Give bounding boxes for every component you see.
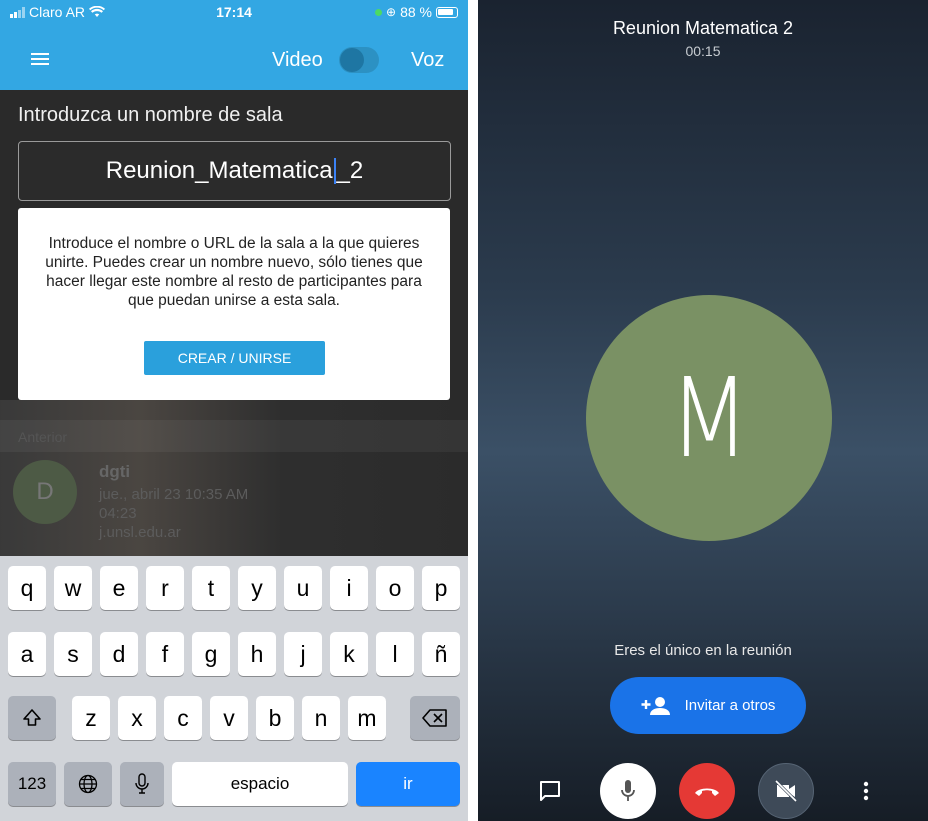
app-bar: Video Voz (0, 24, 468, 90)
key[interactable]: t (192, 566, 230, 610)
voice-mode-label: Voz (411, 49, 445, 71)
room-input-text: Reunion_Matematica (105, 157, 333, 184)
room-name-input[interactable]: Reunion_Matematica _2 (18, 141, 451, 201)
camera-off-icon (774, 780, 798, 802)
globe-key[interactable] (64, 762, 112, 806)
orientation-lock-icon: ⊕ (386, 5, 397, 19)
status-bar: Claro AR 17:14 ⊕ 88 % (0, 0, 468, 24)
key[interactable]: e (100, 566, 138, 610)
key[interactable]: l (376, 632, 414, 676)
space-key[interactable]: espacio (172, 762, 348, 806)
recent-avatar[interactable]: D (13, 460, 77, 524)
more-vert-icon (863, 781, 869, 801)
key[interactable]: i (330, 566, 368, 610)
globe-icon (78, 774, 98, 794)
battery-percent: 88 % (400, 4, 432, 20)
backspace-icon (422, 709, 447, 727)
recent-duration: 04:23 (99, 505, 137, 522)
backspace-key[interactable] (410, 696, 460, 740)
key[interactable]: c (164, 696, 202, 740)
recent-url: j.unsl.edu.ar (99, 524, 181, 541)
more-options-button[interactable] (838, 763, 894, 819)
participant-avatar: M (586, 295, 832, 541)
mic-button[interactable] (600, 763, 656, 819)
shift-key[interactable] (8, 696, 56, 740)
key[interactable]: ñ (422, 632, 460, 676)
video-voice-toggle[interactable] (339, 47, 379, 73)
key[interactable]: n (302, 696, 340, 740)
key[interactable]: f (146, 632, 184, 676)
key[interactable]: y (238, 566, 276, 610)
key[interactable]: s (54, 632, 92, 676)
meeting-title: Reunion Matematica 2 (612, 18, 794, 38)
mic-icon (135, 773, 149, 794)
key[interactable]: b (256, 696, 294, 740)
recent-header-label: Anterior (18, 429, 68, 445)
key[interactable]: p (422, 566, 460, 610)
mic-icon (621, 780, 635, 801)
create-join-button[interactable]: CREAR / UNIRSE (144, 341, 325, 375)
info-text: Introduce el nombre o URL de la sala a l… (45, 235, 423, 309)
key[interactable]: g (192, 632, 230, 676)
key[interactable]: o (376, 566, 414, 610)
video-mode-label: Video (272, 49, 323, 71)
info-dialog: Introduce el nombre o URL de la sala a l… (18, 208, 450, 400)
key[interactable]: r (146, 566, 184, 610)
dictation-key[interactable] (120, 762, 164, 806)
left-phone-screen: Claro AR 17:14 ⊕ 88 % Video Voz Introduz… (0, 0, 468, 821)
key[interactable]: x (118, 696, 156, 740)
invite-button[interactable]: Invitar a otros (610, 677, 806, 734)
key[interactable]: j (284, 632, 322, 676)
alone-message: Eres el único en la reunión (614, 642, 792, 659)
chat-icon (540, 781, 560, 801)
text-caret (333, 158, 336, 184)
invite-label: Invitar a otros (684, 697, 776, 714)
shift-icon (23, 709, 41, 726)
key[interactable]: k (330, 632, 368, 676)
recent-room-name[interactable]: dgti (99, 462, 130, 482)
avatar-letter: M (668, 354, 750, 482)
room-input-text-tail: _2 (336, 157, 364, 184)
right-phone-screen: Reunion Matematica 2 00:15 M Eres el úni… (478, 0, 928, 821)
keyboard: q w e r t y u i o p a s d f g h j k l ñ … (0, 556, 468, 821)
key[interactable]: m (348, 696, 386, 740)
key[interactable]: w (54, 566, 92, 610)
hangup-button[interactable] (679, 763, 735, 819)
key[interactable]: v (210, 696, 248, 740)
chat-button[interactable] (522, 763, 578, 819)
key[interactable]: u (284, 566, 322, 610)
go-key[interactable]: ir (356, 762, 460, 806)
mic-indicator-icon (375, 8, 383, 16)
battery-icon (436, 6, 458, 18)
room-name-prompt: Introduzca un nombre de sala (18, 104, 283, 126)
key[interactable]: q (8, 566, 46, 610)
meeting-timer: 00:15 (685, 43, 721, 59)
key[interactable]: a (8, 632, 46, 676)
key[interactable]: d (100, 632, 138, 676)
camera-button[interactable] (758, 763, 814, 819)
recent-header: Anterior (0, 420, 468, 452)
recent-date: jue., abril 23 10:35 AM (99, 486, 249, 503)
recent-section: Anterior D dgti jue., abril 23 10:35 AM … (0, 400, 468, 556)
key[interactable]: h (238, 632, 276, 676)
battery-group: ⊕ 88 % (375, 4, 458, 20)
numbers-key[interactable]: 123 (8, 762, 56, 806)
menu-icon[interactable] (31, 53, 49, 65)
add-person-icon (641, 696, 670, 715)
key[interactable]: z (72, 696, 110, 740)
hangup-icon (695, 788, 719, 796)
